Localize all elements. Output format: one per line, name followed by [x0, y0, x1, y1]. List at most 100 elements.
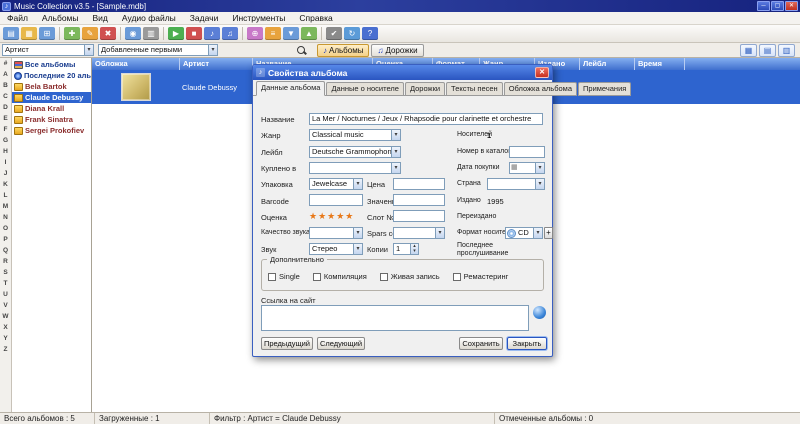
view-list-button[interactable]: ▤ [759, 43, 776, 57]
dialog-tab-2[interactable]: Дорожки [404, 82, 446, 96]
alphabet-J[interactable]: J [0, 168, 11, 179]
menu-item-3[interactable]: Аудио файлы [115, 13, 183, 23]
tracks-toggle-button[interactable]: ♫ Дорожки [371, 43, 424, 57]
checkbox-box[interactable] [312, 272, 321, 281]
open-collection-icon[interactable]: ▦ [21, 27, 37, 40]
alphabet-B[interactable]: B [0, 80, 11, 91]
alphabet-#[interactable]: # [0, 58, 11, 69]
alphabet-X[interactable]: X [0, 322, 11, 333]
sidebar-item-4[interactable]: Diana Krall [12, 103, 91, 114]
alphabet-U[interactable]: U [0, 289, 11, 300]
sidebar-item-6[interactable]: Sergei Prokofiev [12, 125, 91, 136]
checkbox-box[interactable] [268, 272, 276, 281]
dialog-tab-4[interactable]: Обложка альбома [503, 82, 578, 96]
alphabet-O[interactable]: O [0, 223, 11, 234]
alphabet-M[interactable]: M [0, 201, 11, 212]
alphabet-R[interactable]: R [0, 256, 11, 267]
title-input[interactable]: La Mer / Nocturnes / Jeux / Rhapsodie po… [309, 113, 543, 125]
column-header-0[interactable]: Обложка [92, 58, 180, 70]
alphabet-S[interactable]: S [0, 267, 11, 278]
checkbox-1[interactable]: Компиляция [312, 272, 367, 281]
close-button[interactable]: ✕ [785, 1, 798, 11]
menu-item-1[interactable]: Альбомы [35, 13, 86, 23]
dialog-tab-3[interactable]: Тексты песен [446, 82, 503, 96]
export-icon[interactable]: ▲ [301, 27, 317, 40]
add-album-icon[interactable]: ✚ [64, 27, 80, 40]
sort-order-select[interactable]: Добавленные первыми ▾ [98, 44, 218, 56]
sidebar-item-3[interactable]: Claude Debussy [12, 92, 91, 103]
new-collection-icon[interactable]: ▤ [3, 27, 19, 40]
catalog-number-input[interactable] [509, 146, 545, 158]
save-button[interactable]: Сохранить [459, 337, 503, 350]
help-icon[interactable]: ? [362, 27, 378, 40]
previous-button[interactable]: Предыдущий [261, 337, 313, 350]
website-input[interactable] [261, 305, 529, 331]
alphabet-T[interactable]: T [0, 278, 11, 289]
audio-files-icon[interactable]: ♪ [204, 27, 220, 40]
alphabet-Z[interactable]: Z [0, 344, 11, 355]
sidebar-item-1[interactable]: Последние 20 альб... [12, 70, 91, 81]
settings-icon[interactable]: ✔ [326, 27, 342, 40]
label-select[interactable]: Deutsche Grammophon ▾ [309, 146, 401, 158]
column-header-8[interactable]: Время [635, 58, 685, 70]
menu-item-2[interactable]: Вид [86, 13, 115, 23]
sidebar-item-2[interactable]: Bela Bartok [12, 81, 91, 92]
sound-quality-select[interactable]: ▾ [309, 227, 363, 239]
menu-item-0[interactable]: Файл [0, 13, 35, 23]
alphabet-A[interactable]: A [0, 69, 11, 80]
alphabet-N[interactable]: N [0, 212, 11, 223]
dialog-close-button[interactable]: ✕ [535, 67, 549, 78]
dialog-tab-1[interactable]: Данные о носителе [326, 82, 404, 96]
search-icon[interactable] [296, 45, 307, 56]
view-details-button[interactable]: ▥ [778, 43, 795, 57]
update-icon[interactable]: ↻ [344, 27, 360, 40]
spinner-arrows-icon[interactable]: ▴ ▾ [410, 244, 418, 254]
column-header-7[interactable]: Лейбл [580, 58, 635, 70]
alphabet-P[interactable]: P [0, 234, 11, 245]
alphabet-Q[interactable]: Q [0, 245, 11, 256]
alphabet-K[interactable]: K [0, 179, 11, 190]
loans-icon[interactable]: ⊕ [247, 27, 263, 40]
country-select[interactable]: ▾ [487, 178, 545, 190]
checkbox-3[interactable]: Ремастеринг [452, 272, 508, 281]
dialog-tab-0[interactable]: Данные альбома [256, 81, 326, 96]
view-thumbnails-button[interactable]: ▦ [740, 43, 757, 57]
alphabet-L[interactable]: L [0, 190, 11, 201]
checkbox-0[interactable]: Single [268, 272, 300, 281]
genre-select[interactable]: Classical music ▾ [309, 129, 401, 141]
packaging-select[interactable]: Jewelcase ▾ [309, 178, 363, 190]
barcode-input[interactable] [309, 194, 363, 206]
dialog-tab-5[interactable]: Примечания [578, 82, 632, 96]
edit-album-icon[interactable]: ✎ [82, 27, 98, 40]
checkbox-box[interactable] [452, 272, 461, 281]
next-button[interactable]: Следующий [317, 337, 365, 350]
alphabet-Y[interactable]: Y [0, 333, 11, 344]
price-input[interactable] [393, 178, 445, 190]
alphabet-G[interactable]: G [0, 135, 11, 146]
filter-field-select[interactable]: Артист ▾ [2, 44, 94, 56]
menu-item-4[interactable]: Задачи [183, 13, 226, 23]
save-collection-icon[interactable]: ⊞ [39, 27, 55, 40]
sidebar-item-5[interactable]: Frank Sinatra [12, 114, 91, 125]
barcode-value-input[interactable] [393, 194, 445, 206]
alphabet-H[interactable]: H [0, 146, 11, 157]
menu-item-6[interactable]: Справка [292, 13, 339, 23]
spars-code-select[interactable]: ▾ [393, 227, 445, 239]
sidebar-item-0[interactable]: Все альбомы [12, 59, 91, 70]
alphabet-C[interactable]: C [0, 91, 11, 102]
menu-item-5[interactable]: Инструменты [225, 13, 292, 23]
rating-stars[interactable]: ★★★★★ [309, 211, 354, 221]
albums-toggle-button[interactable]: ♪ Альбомы [317, 43, 370, 57]
globe-icon[interactable] [533, 306, 546, 319]
purchase-date-input[interactable]: ▦ ▾ [509, 162, 545, 174]
close-dialog-button[interactable]: Закрыть [507, 337, 547, 350]
play-icon[interactable]: ▶ [168, 27, 184, 40]
maximize-button[interactable]: ▢ [771, 1, 784, 11]
copies-spinner[interactable]: 1 ▴ ▾ [393, 243, 419, 255]
stop-icon[interactable]: ■ [186, 27, 202, 40]
alphabet-D[interactable]: D [0, 102, 11, 113]
minimize-button[interactable]: ─ [757, 1, 770, 11]
checkbox-box[interactable] [379, 272, 388, 281]
alphabet-E[interactable]: E [0, 113, 11, 124]
purchased-at-select[interactable]: ▾ [309, 162, 401, 174]
